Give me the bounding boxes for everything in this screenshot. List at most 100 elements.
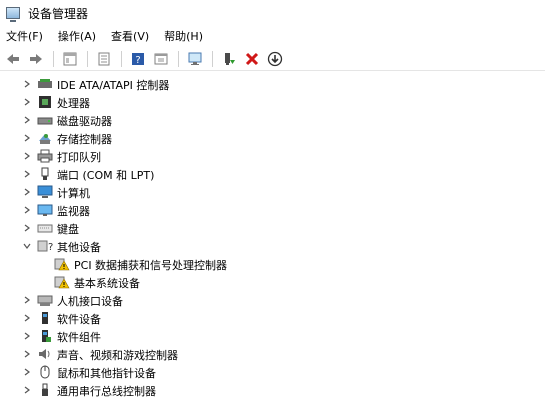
help-button[interactable]: ? [128, 49, 148, 69]
collapse-arrow-icon[interactable] [22, 241, 32, 251]
expand-arrow-icon[interactable] [22, 205, 32, 215]
tree-item-label: 键盘 [57, 223, 79, 236]
menu-file[interactable]: 文件(F) [6, 28, 43, 44]
uninstall-device-button[interactable] [242, 49, 262, 69]
tree-item-hid[interactable]: 人机接口设备 [0, 291, 545, 309]
tree-item-usb-controllers[interactable]: 通用串行总线控制器 [0, 381, 545, 399]
tree-item-storage-controllers[interactable]: 存储控制器 [0, 129, 545, 147]
expand-arrow-icon[interactable] [22, 79, 32, 89]
expand-arrow-icon[interactable] [22, 223, 32, 233]
properties-panel-icon [63, 52, 77, 65]
tree-item-base-system-device[interactable]: 基本系统设备 [0, 273, 545, 291]
window-title: 设备管理器 [28, 6, 89, 21]
tree-item-processors[interactable]: 处理器 [0, 93, 545, 111]
tree-item-pci-controller[interactable]: PCI 数据捕获和信号处理控制器 [0, 255, 545, 273]
other-devices-icon: ? [37, 239, 53, 253]
software-component-icon [37, 329, 53, 343]
scan-hardware-button[interactable] [185, 49, 205, 69]
tree-item-label: 基本系统设备 [74, 277, 140, 290]
tree-item-label: 人机接口设备 [57, 295, 123, 308]
forward-button[interactable] [26, 49, 46, 69]
download-driver-button[interactable] [265, 49, 285, 69]
port-icon [37, 167, 53, 181]
expand-arrow-icon[interactable] [22, 295, 32, 305]
speaker-icon [37, 347, 53, 361]
monitor-icon [37, 203, 53, 217]
toolbar: ? [0, 47, 545, 71]
uninstall-x-icon [245, 52, 259, 65]
tree-item-label: 处理器 [57, 97, 90, 110]
storage-controller-icon [37, 131, 53, 145]
software-device-icon [37, 311, 53, 325]
tree-item-other-devices[interactable]: ? 其他设备 [0, 237, 545, 255]
properties-panel-button[interactable] [60, 49, 80, 69]
tree-item-disk-drives[interactable]: 磁盘驱动器 [0, 111, 545, 129]
tree-item-label: IDE ATA/ATAPI 控制器 [57, 79, 170, 92]
tree-item-label: 端口 (COM 和 LPT) [57, 169, 155, 182]
tree-item-software-components[interactable]: 软件组件 [0, 327, 545, 345]
tree-item-sound-video-game[interactable]: 声音、视频和游戏控制器 [0, 345, 545, 363]
menu-action[interactable]: 操作(A) [58, 28, 96, 44]
update-driver-icon [154, 53, 168, 64]
expand-arrow-icon[interactable] [22, 97, 32, 107]
expand-arrow-icon[interactable] [22, 151, 32, 161]
expand-arrow-icon[interactable] [22, 187, 32, 197]
menu-bar: 文件(F) 操作(A) 查看(V) 帮助(H) [0, 27, 545, 45]
tree-item-label: 监视器 [57, 205, 90, 218]
tree-item-label: 声音、视频和游戏控制器 [57, 349, 178, 362]
expand-arrow-icon[interactable] [22, 385, 32, 395]
tree-item-print-queues[interactable]: 打印队列 [0, 147, 545, 165]
tree-item-label: PCI 数据捕获和信号处理控制器 [74, 259, 228, 272]
expand-arrow-icon[interactable] [22, 133, 32, 143]
menu-view[interactable]: 查看(V) [111, 28, 149, 44]
back-arrow-icon [7, 53, 19, 64]
enable-device-button[interactable] [219, 49, 239, 69]
tree-item-computer[interactable]: 计算机 [0, 183, 545, 201]
processor-icon [37, 95, 53, 109]
tree-item-label: 通用串行总线控制器 [57, 385, 156, 398]
toolbar-separator [212, 50, 213, 67]
keyboard-icon [37, 221, 53, 235]
device-manager-app-icon [6, 7, 20, 22]
printer-icon [37, 149, 53, 163]
toolbar-separator [53, 50, 54, 67]
expand-arrow-icon[interactable] [22, 115, 32, 125]
title-bar: 设备管理器 [0, 0, 545, 26]
enable-device-icon [225, 52, 235, 65]
expand-arrow-icon[interactable] [22, 313, 32, 323]
tree-item-keyboards[interactable]: 键盘 [0, 219, 545, 237]
svg-text:?: ? [135, 55, 140, 66]
toolbar-separator [87, 50, 88, 67]
ide-controller-icon [37, 77, 53, 91]
tree-item-label: 软件组件 [57, 331, 101, 344]
tree-item-ide-controllers[interactable]: IDE ATA/ATAPI 控制器 [0, 75, 545, 93]
expand-arrow-icon[interactable] [22, 169, 32, 179]
update-driver-button[interactable] [151, 49, 171, 69]
hid-icon [37, 293, 53, 307]
tree-item-monitors[interactable]: 监视器 [0, 201, 545, 219]
tree-item-label: 其他设备 [57, 241, 101, 254]
tree-item-label: 磁盘驱动器 [57, 115, 112, 128]
mouse-icon [37, 365, 53, 379]
expand-arrow-icon[interactable] [22, 349, 32, 359]
expand-arrow-icon[interactable] [22, 331, 32, 341]
tree-item-label: 软件设备 [57, 313, 101, 326]
back-button[interactable] [3, 49, 23, 69]
list-view-button[interactable] [94, 49, 114, 69]
tree-item-label: 鼠标和其他指针设备 [57, 367, 156, 380]
computer-icon [37, 185, 53, 199]
tree-item-label: 打印队列 [57, 151, 101, 164]
download-driver-icon [267, 51, 283, 66]
expand-arrow-icon[interactable] [22, 367, 32, 377]
toolbar-separator [178, 50, 179, 67]
svg-text:?: ? [48, 242, 53, 253]
warning-device-icon [54, 257, 70, 271]
help-icon: ? [132, 52, 144, 66]
menu-help[interactable]: 帮助(H) [164, 28, 203, 44]
tree-item-software-devices[interactable]: 软件设备 [0, 309, 545, 327]
tree-item-mice[interactable]: 鼠标和其他指针设备 [0, 363, 545, 381]
list-view-icon [98, 52, 110, 65]
usb-icon [37, 383, 53, 397]
tree-item-label: 存储控制器 [57, 133, 112, 146]
tree-item-ports[interactable]: 端口 (COM 和 LPT) [0, 165, 545, 183]
